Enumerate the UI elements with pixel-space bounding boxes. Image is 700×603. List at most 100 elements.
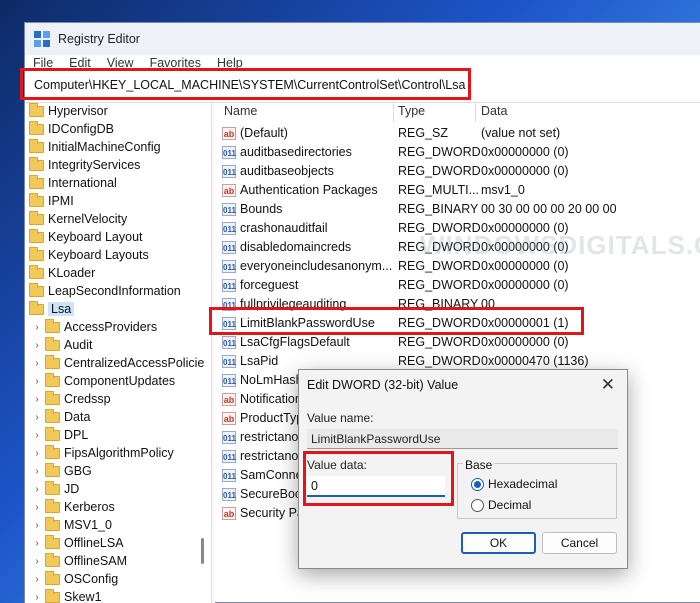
chevron-right-icon[interactable]: › xyxy=(31,394,43,405)
tree-item[interactable]: › GBG xyxy=(31,462,92,480)
chevron-right-icon[interactable]: › xyxy=(31,376,43,387)
column-type[interactable]: Type xyxy=(398,104,425,118)
chevron-right-icon[interactable]: › xyxy=(31,502,43,513)
radio-selected-icon[interactable] xyxy=(471,477,484,491)
tree-scrollbar[interactable] xyxy=(201,538,204,564)
binary-value-icon: 011 xyxy=(222,279,236,292)
radio-hex-label: Hexadecimal xyxy=(488,477,558,491)
binary-value-icon: 011 xyxy=(222,146,236,159)
chevron-right-icon[interactable]: › xyxy=(31,358,43,369)
tree-item[interactable]: IntegrityServices xyxy=(29,156,140,174)
base-label: Base xyxy=(463,458,495,472)
menu-view[interactable]: View xyxy=(107,55,134,69)
tree-item[interactable]: LeapSecondInformation xyxy=(29,282,181,300)
ok-button[interactable]: OK xyxy=(461,532,536,554)
folder-icon xyxy=(29,228,44,243)
string-value-icon: ab xyxy=(222,184,236,197)
chevron-right-icon[interactable]: › xyxy=(31,412,43,423)
tree-item[interactable]: › MSV1_0 xyxy=(31,516,112,534)
chevron-right-icon[interactable]: › xyxy=(31,322,43,333)
folder-icon xyxy=(29,120,44,135)
radio-decimal[interactable]: Decimal xyxy=(471,498,531,512)
tree-item[interactable]: › JD xyxy=(31,480,79,498)
tree-item[interactable]: › AccessProviders xyxy=(31,318,157,336)
value-row[interactable]: 011 auditbasedirectories REG_DWORD 0x000000… xyxy=(216,143,700,162)
chevron-right-icon[interactable]: › xyxy=(31,340,43,351)
value-row[interactable]: 011 Bounds REG_BINARY 00 30 00 00 00 20 00 … xyxy=(216,200,700,219)
folder-icon xyxy=(45,516,60,531)
chevron-right-icon[interactable]: › xyxy=(31,484,43,495)
menu-help[interactable]: Help xyxy=(217,55,243,69)
value-name: SecureBoot xyxy=(240,487,306,501)
chevron-right-icon[interactable]: › xyxy=(31,592,43,603)
binary-value-icon: 011 xyxy=(222,450,236,463)
folder-icon xyxy=(29,174,44,189)
column-name[interactable]: Name xyxy=(224,104,257,118)
tree-item[interactable]: › Kerberos xyxy=(31,498,115,516)
tree-item[interactable]: IDConfigDB xyxy=(29,120,114,138)
tree-item[interactable]: Lsa xyxy=(29,300,75,318)
tree-item[interactable]: › DPL xyxy=(31,426,88,444)
address-highlight xyxy=(20,68,471,100)
tree-item[interactable]: IPMI xyxy=(29,192,74,210)
binary-value-icon: 011 xyxy=(222,260,236,273)
tree-item[interactable]: › OSConfig xyxy=(31,570,118,588)
radio-unselected-icon[interactable] xyxy=(471,498,484,512)
value-name: restrictanor xyxy=(240,449,303,463)
pane-splitter[interactable] xyxy=(211,103,215,603)
folder-icon xyxy=(45,318,60,333)
tree-item-label: InitialMachineConfig xyxy=(48,140,161,154)
folder-icon xyxy=(45,444,60,459)
binary-value-icon: 011 xyxy=(222,488,236,501)
cancel-button[interactable]: Cancel xyxy=(542,532,617,554)
limit-row-highlight xyxy=(209,307,584,335)
value-name: SamConne xyxy=(240,468,303,482)
tree-item[interactable]: Keyboard Layouts xyxy=(29,246,149,264)
tree-item[interactable]: › Credssp xyxy=(31,390,111,408)
tree-item-label: Audit xyxy=(64,338,93,352)
folder-icon xyxy=(29,138,44,153)
close-icon[interactable]: ✕ xyxy=(601,375,615,395)
tree-item[interactable]: Keyboard Layout xyxy=(29,228,143,246)
value-name: forceguest xyxy=(240,278,299,292)
chevron-right-icon[interactable]: › xyxy=(31,466,43,477)
tree-item[interactable]: › OfflineLSA xyxy=(31,534,124,552)
tree-item[interactable]: International xyxy=(29,174,117,192)
radio-hexadecimal[interactable]: Hexadecimal xyxy=(471,477,557,491)
column-data[interactable]: Data xyxy=(481,104,507,118)
menu-edit[interactable]: Edit xyxy=(69,55,91,69)
folder-icon xyxy=(45,462,60,477)
value-name: auditbaseobjects xyxy=(240,164,334,178)
tree-item[interactable]: InitialMachineConfig xyxy=(29,138,161,156)
folder-icon xyxy=(29,282,44,297)
value-row[interactable]: 011 auditbaseobjects REG_DWORD 0x00000000 (… xyxy=(216,162,700,181)
tree-item[interactable]: › OfflineSAM xyxy=(31,552,127,570)
chevron-right-icon[interactable]: › xyxy=(31,574,43,585)
chevron-right-icon[interactable]: › xyxy=(31,448,43,459)
chevron-right-icon[interactable]: › xyxy=(31,520,43,531)
tree-item[interactable]: › CentralizedAccessPolicie xyxy=(31,354,204,372)
tree-item[interactable]: KLoader xyxy=(29,264,95,282)
menu-favorites[interactable]: Favorites xyxy=(150,55,201,69)
key-tree[interactable]: Hypervisor IDConfigDB InitialMachineConfig… xyxy=(25,103,211,603)
tree-item[interactable]: › Audit xyxy=(31,336,93,354)
value-row[interactable]: ab (Default) REG_SZ (value not set) xyxy=(216,124,700,143)
tree-item-label: OfflineLSA xyxy=(64,536,124,550)
tree-item[interactable]: › Skew1 xyxy=(31,588,102,603)
value-row[interactable]: 011 LsaCfgFlagsDefault REG_DWORD 0x00000000… xyxy=(216,333,700,352)
value-row[interactable]: 011 forceguest REG_DWORD 0x00000000 (0) xyxy=(216,276,700,295)
chevron-right-icon[interactable]: › xyxy=(31,538,43,549)
chevron-right-icon[interactable]: › xyxy=(31,430,43,441)
tree-item[interactable]: › Data xyxy=(31,408,90,426)
tree-item[interactable]: › FipsAlgorithmPolicy xyxy=(31,444,174,462)
value-name: NoLmHash xyxy=(240,373,303,387)
folder-icon xyxy=(29,300,44,315)
chevron-right-icon[interactable]: › xyxy=(31,556,43,567)
string-value-icon: ab xyxy=(222,412,236,425)
tree-item[interactable]: › ComponentUpdates xyxy=(31,372,175,390)
tree-item[interactable]: Hypervisor xyxy=(29,103,108,120)
value-row[interactable]: ab Authentication Packages REG_MULTI... msv… xyxy=(216,181,700,200)
radio-dec-label: Decimal xyxy=(488,498,532,512)
menu-file[interactable]: File xyxy=(33,55,53,69)
tree-item[interactable]: KernelVelocity xyxy=(29,210,127,228)
